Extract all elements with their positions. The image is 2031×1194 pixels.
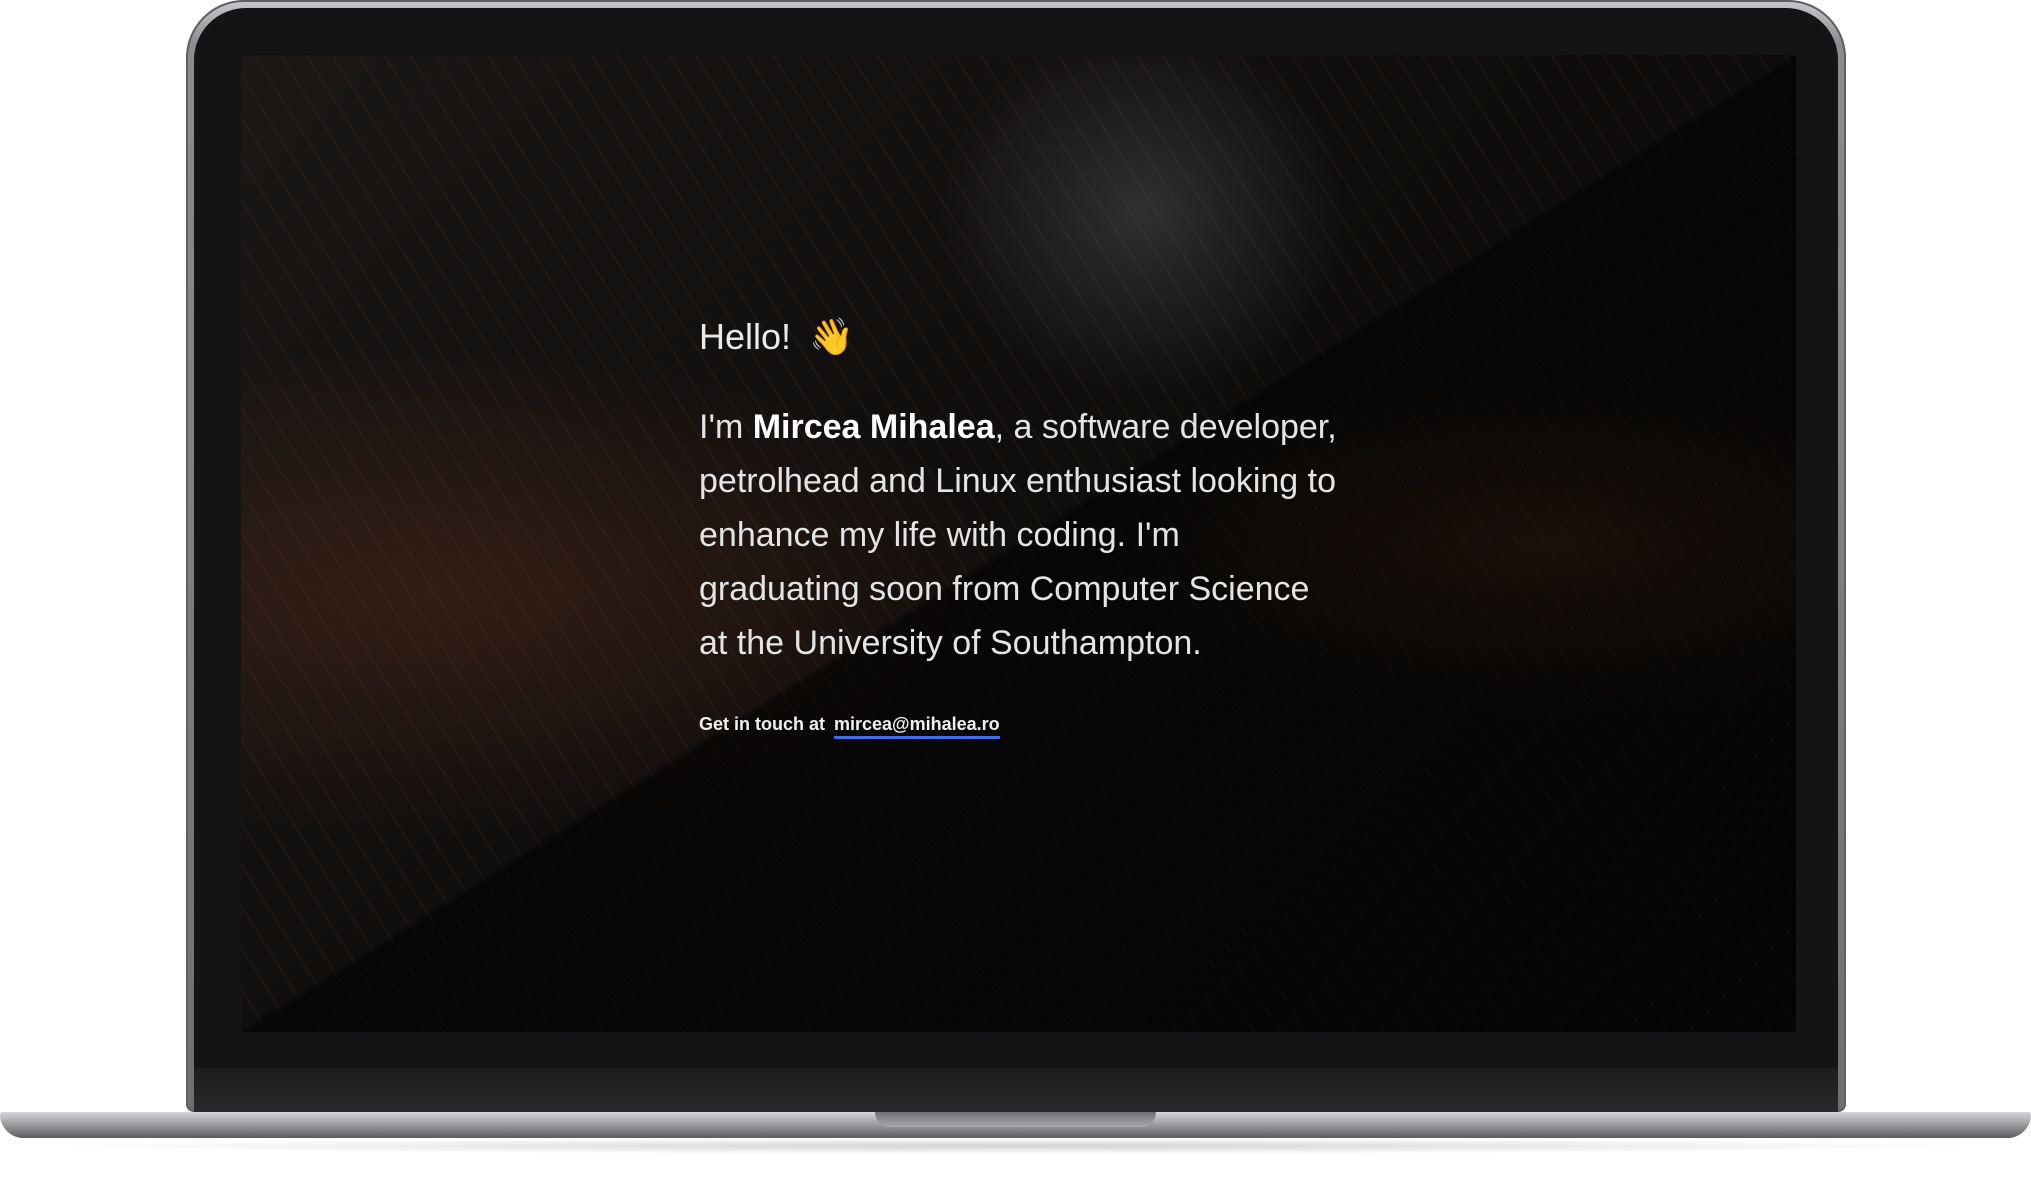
hero-content: Hello! 👋 I'm Mircea Mihalea, a software … (699, 315, 1339, 740)
email-link[interactable]: mircea@mihalea.ro (834, 714, 1000, 740)
contact-line: Get in touch at mircea@mihalea.ro (699, 714, 1339, 740)
greeting: Hello! 👋 (699, 315, 1339, 358)
intro-prefix: I'm (699, 408, 753, 447)
intro-paragraph: I'm Mircea Mihalea, a software developer… (699, 400, 1339, 670)
contact-prefix: Get in touch at (699, 714, 825, 735)
laptop-shadow (40, 1138, 1991, 1154)
laptop-chin (194, 1068, 1838, 1112)
laptop-screen: Hello! 👋 I'm Mircea Mihalea, a software … (241, 55, 1796, 1032)
author-name: Mircea Mihalea (752, 408, 995, 447)
waving-hand-icon: 👋 (809, 315, 854, 357)
intro-text: , a software developer, petrolhead and L… (699, 408, 1337, 663)
laptop-notch (875, 1112, 1156, 1127)
greeting-text: Hello! (699, 316, 792, 357)
